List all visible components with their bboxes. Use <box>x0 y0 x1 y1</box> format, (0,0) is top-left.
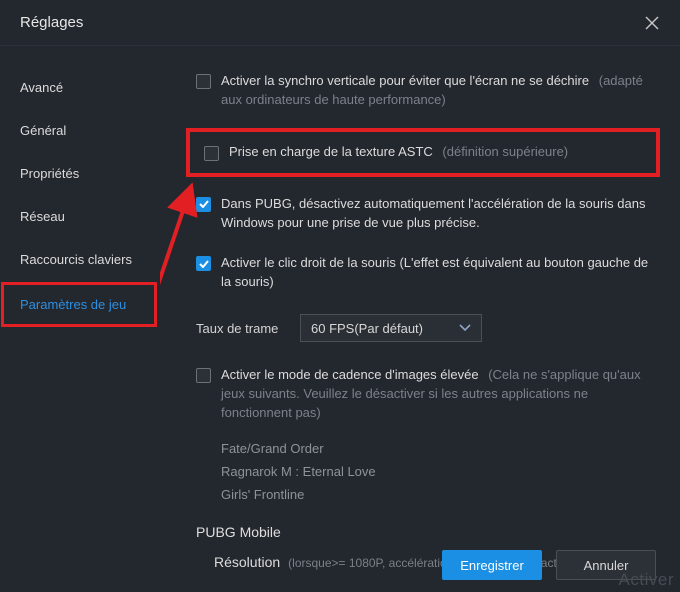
game-list: Fate/Grand Order Ragnarok M : Eternal Lo… <box>221 437 656 506</box>
check-icon <box>199 200 209 208</box>
game-list-item: Girls' Frontline <box>221 483 656 506</box>
frame-rate-row: Taux de trame 60 FPS(Par défaut) <box>196 314 656 342</box>
sidebar: Avancé Général Propriétés Réseau Raccour… <box>0 46 160 592</box>
frame-rate-label: Taux de trame <box>196 321 300 336</box>
option-pubg-mouse: Dans PUBG, désactivez automatiquement l'… <box>196 195 656 233</box>
cancel-button[interactable]: Annuler <box>556 550 656 580</box>
frame-rate-value: 60 FPS(Par défaut) <box>311 321 423 336</box>
sidebar-item-network[interactable]: Réseau <box>0 195 160 238</box>
option-high-fps: Activer le mode de cadence d'images élev… <box>196 366 656 423</box>
frame-rate-select[interactable]: 60 FPS(Par défaut) <box>300 314 482 342</box>
option-astc-highlight: Prise en charge de la texture ASTC (défi… <box>186 128 660 177</box>
footer-buttons: Enregistrer Annuler <box>442 550 656 580</box>
game-list-item: Fate/Grand Order <box>221 437 656 460</box>
pubg-mouse-checkbox[interactable] <box>196 197 211 212</box>
close-button[interactable] <box>642 13 662 33</box>
high-fps-checkbox[interactable] <box>196 368 211 383</box>
astc-label: Prise en charge de la texture ASTC <box>229 144 433 159</box>
astc-checkbox[interactable] <box>204 146 219 161</box>
vsync-text: Activer la synchro verticale pour éviter… <box>221 72 656 110</box>
chevron-down-icon <box>459 324 471 332</box>
check-icon <box>199 260 209 268</box>
right-click-checkbox[interactable] <box>196 256 211 271</box>
game-list-item: Ragnarok M : Eternal Love <box>221 460 656 483</box>
astc-text: Prise en charge de la texture ASTC (défi… <box>229 144 646 159</box>
close-icon <box>645 16 659 30</box>
pubg-mouse-label: Dans PUBG, désactivez automatiquement l'… <box>221 195 656 233</box>
sidebar-item-game-settings[interactable]: Paramètres de jeu <box>2 283 156 326</box>
option-vsync: Activer la synchro verticale pour éviter… <box>196 72 656 110</box>
high-fps-label: Activer le mode de cadence d'images élev… <box>221 367 479 382</box>
vsync-label: Activer la synchro verticale pour éviter… <box>221 73 589 88</box>
right-click-label: Activer le clic droit de la souris (L'ef… <box>221 254 656 292</box>
sidebar-item-shortcuts[interactable]: Raccourcis claviers <box>0 238 160 281</box>
high-fps-text: Activer le mode de cadence d'images élev… <box>221 366 656 423</box>
sidebar-item-properties[interactable]: Propriétés <box>0 152 160 195</box>
resolution-label: Résolution <box>214 554 280 570</box>
window-title: Réglages <box>20 14 83 31</box>
save-button[interactable]: Enregistrer <box>442 550 542 580</box>
titlebar: Réglages <box>0 0 680 46</box>
settings-content: Activer la synchro verticale pour éviter… <box>160 46 680 592</box>
option-right-click: Activer le clic droit de la souris (L'ef… <box>196 254 656 292</box>
sidebar-item-general[interactable]: Général <box>0 109 160 152</box>
pubg-section-title: PUBG Mobile <box>196 524 656 540</box>
astc-hint: (définition supérieure) <box>442 144 568 159</box>
vsync-checkbox[interactable] <box>196 74 211 89</box>
sidebar-item-advanced[interactable]: Avancé <box>0 66 160 109</box>
